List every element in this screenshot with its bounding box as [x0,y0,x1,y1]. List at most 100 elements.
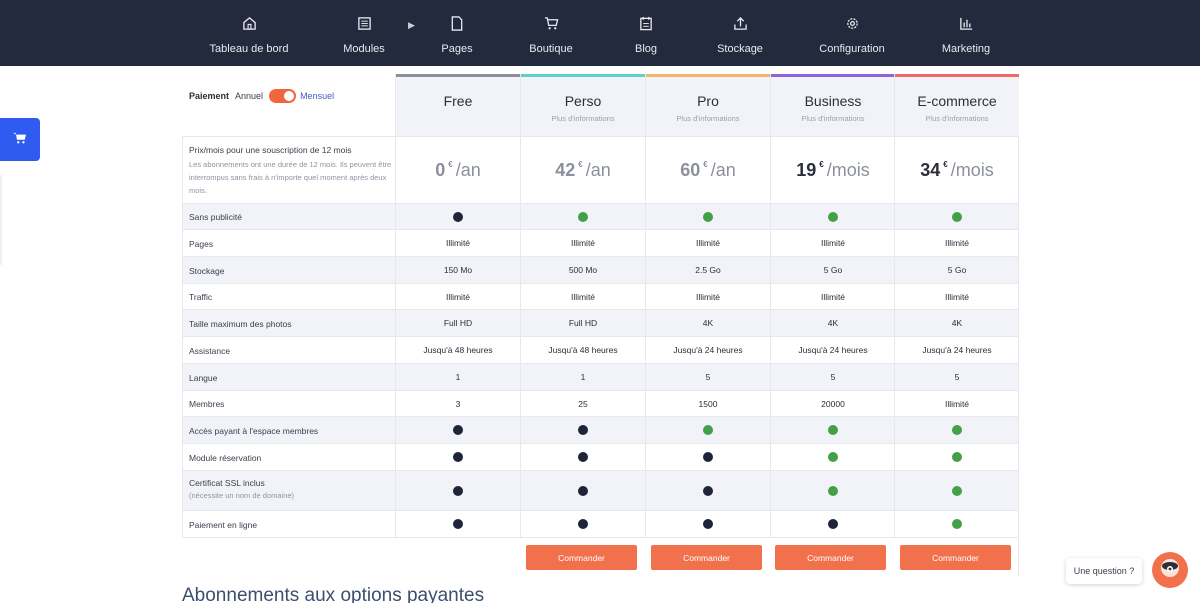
feature-label-text: Assistance [189,346,231,356]
nav-item-stockage[interactable]: Stockage [712,0,768,66]
switch-knob [284,91,295,101]
feature-cell: 1500 [645,391,770,416]
plan-color-bar [396,74,520,77]
plan-name: E-commerce [917,93,997,109]
included-dot-icon [952,452,962,462]
price-row-label: Prix/mois pour une souscription de 12 mo… [189,145,394,197]
feature-value: 5 Go [823,265,843,275]
feature-cell: Illimité [894,284,1019,309]
feature-value: 4K [827,318,839,328]
nav-label: Pages [441,43,473,55]
billing-toggle-group: Paiement Annuel Mensuel [189,89,334,103]
nav-item-boutique[interactable]: Boutique [526,0,576,66]
help-bubble[interactable]: Une question ? [1066,558,1142,584]
feature-cell [770,511,895,537]
nav-label: Modules [343,43,385,55]
nav-item-pages[interactable]: Pages [432,0,482,66]
feature-cell: Jusqu'à 48 heures [520,337,645,363]
feature-cell [645,471,770,510]
feature-cell [395,511,520,537]
not-included-dot-icon [453,452,463,462]
feature-value: 5 [954,372,960,382]
help-chat-button[interactable] [1152,552,1188,588]
not-included-dot-icon [578,519,588,529]
feature-cell [645,511,770,537]
price-cell: 0 €/an [395,137,520,204]
included-dot-icon [703,211,713,222]
order-button-business[interactable]: Commander [775,545,886,570]
feature-cell: 25 [520,391,645,416]
nav-item-marketing[interactable]: Marketing [936,0,996,66]
feature-label: Stockage [189,266,394,276]
feature-row: Accès payant à l'espace membres [182,417,1019,444]
modules-icon [356,15,372,31]
feature-cell: 2.5 Go [645,257,770,283]
plan-name: Free [443,93,473,109]
billing-option-monthly[interactable]: Mensuel [300,91,334,101]
feature-label: Certificat SSL inclus (nécessite un nom d… [189,478,394,502]
feature-value: Illimité [695,238,721,248]
feature-value: Jusqu'à 48 heures [423,345,493,355]
feature-cell [520,417,645,443]
feature-cell: 5 Go [894,257,1019,283]
feature-cell: Illimité [520,230,645,256]
feature-cell [520,511,645,537]
gear-icon [844,15,860,31]
top-navigation: Tableau de bord Modules ▶ Pages Boutique… [0,0,1200,66]
table-right-border [1018,136,1019,576]
feature-cell: Illimité [395,284,520,309]
plan-header-ecommerce: E-commerce Plus d'informations [894,74,1019,136]
feature-row: Stockage 150 Mo 500 Mo 2.5 Go 5 Go 5 Go [182,257,1019,284]
included-dot-icon [952,519,962,529]
plan-header-pro: Pro Plus d'informations [645,74,770,136]
feature-row: Sans publicité [182,204,1019,230]
plan-info-link[interactable]: Plus d'informations [771,114,895,123]
order-button-perso[interactable]: Commander [526,545,637,570]
feature-cell [520,444,645,470]
feature-cell [770,471,895,510]
not-included-dot-icon [828,519,838,529]
billing-switch[interactable] [269,89,297,103]
feature-cell: Illimité [770,230,895,256]
price-value: 0 €/an [435,160,481,180]
nav-item-modules[interactable]: Modules [334,0,394,66]
feature-row: Langue 1 1 5 5 5 [182,364,1019,391]
nav-item-blog[interactable]: Blog [626,0,666,66]
order-button-ecommerce[interactable]: Commander [900,545,1011,570]
order-button-pro[interactable]: Commander [651,545,762,570]
feature-cell: 5 [770,364,895,390]
feature-cell: 150 Mo [395,257,520,283]
feature-label: Accès payant à l'espace membres [189,426,394,436]
plan-name: Perso [564,93,602,109]
nav-label: Marketing [941,43,991,55]
plan-info-link[interactable]: Plus d'informations [895,114,1019,123]
feature-cell: Illimité [770,284,895,309]
plan-info-link[interactable]: Plus d'informations [521,114,645,123]
feature-value: Illimité [570,238,596,248]
feature-cell: Illimité [395,230,520,256]
billing-option-annual[interactable]: Annuel [235,91,263,101]
feature-label: Membres [189,399,394,409]
feature-cell [520,204,645,229]
feature-row: Paiement en ligne [182,511,1019,538]
feature-row: Taille maximum des photos Full HD Full HD 4… [182,310,1019,337]
feature-label: Langue [189,373,394,383]
feature-label: Sans publicité [189,212,394,222]
feature-cell [645,204,770,229]
nav-item-dashboard[interactable]: Tableau de bord [209,0,289,66]
feature-value: 25 [578,398,588,409]
feature-value: Jusqu'à 24 heures [922,345,992,355]
feature-label-text: Traffic [189,292,213,302]
cart-icon [543,15,559,31]
plan-info-link[interactable]: Plus d'informations [646,114,770,123]
nav-item-configuration[interactable]: Configuration [812,0,892,66]
side-edge [0,175,3,265]
feature-cell: 1 [520,364,645,390]
cart-tab-button[interactable] [0,118,40,161]
feature-cell: 5 Go [770,257,895,283]
feature-value: 4K [951,318,963,328]
price-cell: 42 €/an [520,137,645,204]
feature-cell: 1 [395,364,520,390]
price-value: 60 €/an [680,160,736,180]
included-dot-icon [828,211,838,222]
